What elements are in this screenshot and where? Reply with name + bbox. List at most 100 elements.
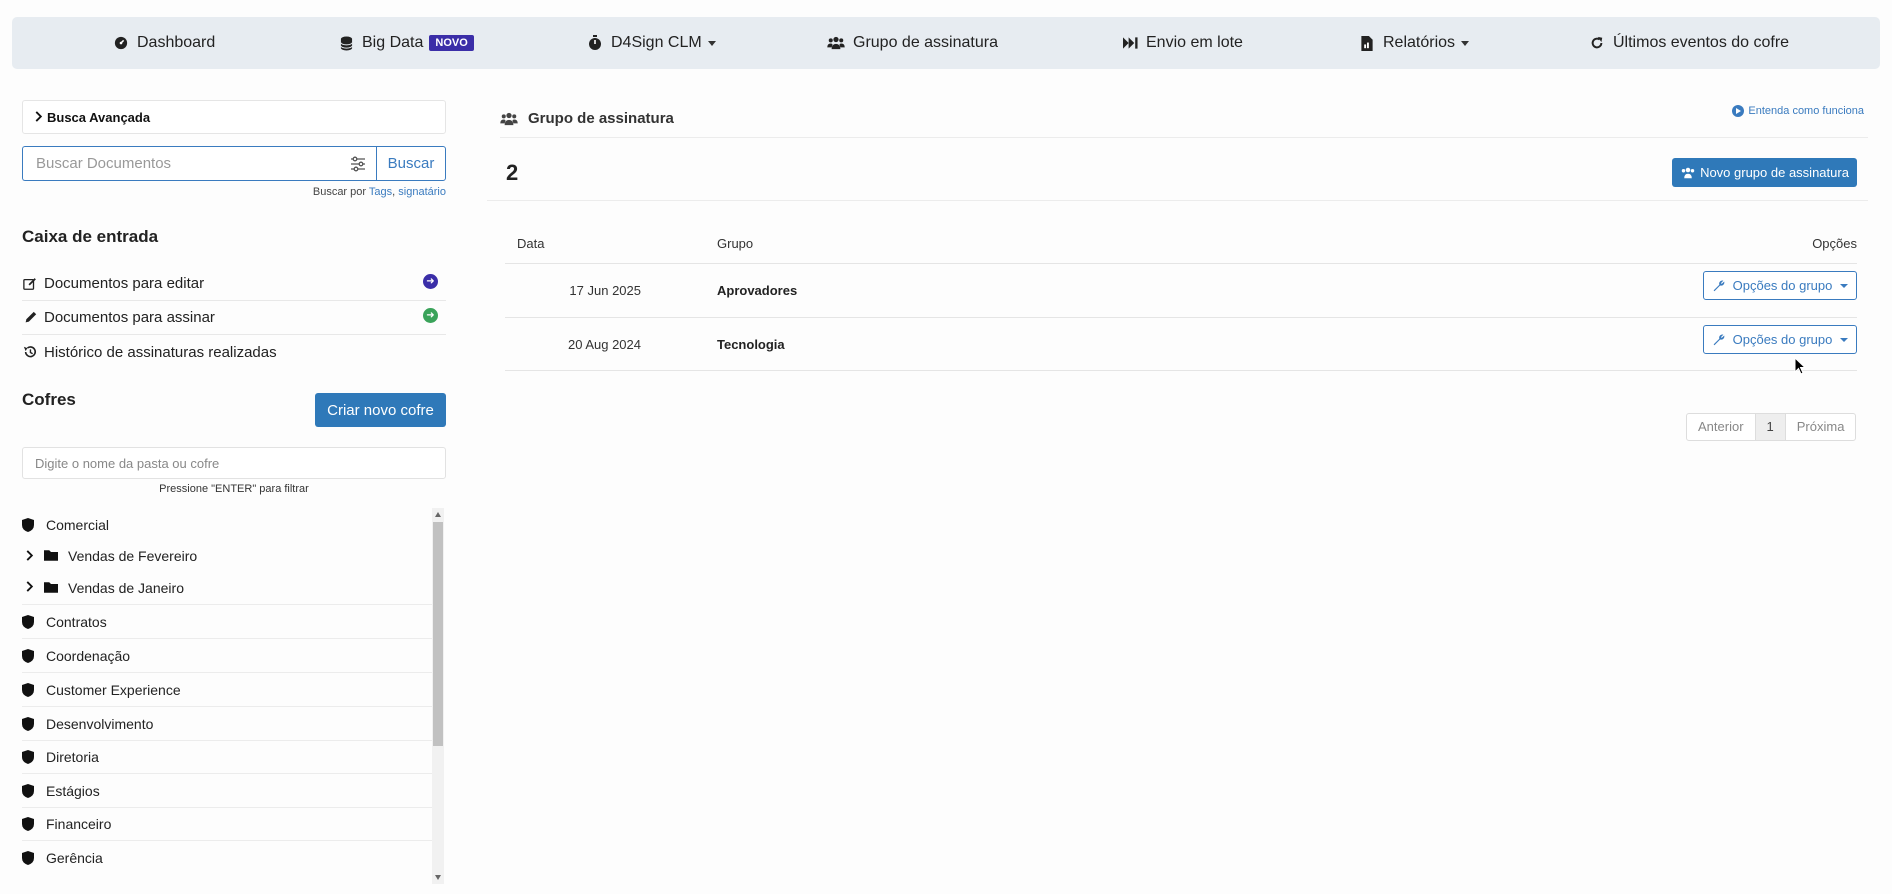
scroll-up-icon[interactable] [435,512,441,517]
play-circle-icon [1732,105,1745,117]
chevron-right-icon[interactable] [26,549,38,564]
document-search: Buscar [22,146,446,181]
novo-badge: NOVO [429,35,474,51]
row-group: Aprovadores [717,283,798,298]
nav-relatorios-label: Relatórios [1383,34,1456,51]
top-navbar: Dashboard Big Data NOVO D4Sign CLM Grupo… [12,17,1880,69]
cofre-item[interactable]: Financeiro [22,807,432,841]
inbox-item-historico[interactable]: Histórico de assinaturas realizadas [22,335,446,369]
shield-icon [22,648,36,663]
shield-icon [22,816,36,831]
nav-ultimos-eventos[interactable]: Últimos eventos do cofre [1589,17,1789,69]
criar-cofre-button[interactable]: Criar novo cofre [315,393,446,427]
inbox-item-assinar-label: Documentos para assinar [44,309,215,326]
nav-dashboard-label: Dashboard [137,34,216,51]
cofre-label: Customer Experience [46,681,181,698]
opcoes-grupo-label: Opções do grupo [1732,332,1833,347]
cofre-label: Comercial [46,517,110,533]
inbox-title: Caixa de entrada [22,227,159,246]
chevron-right-icon [35,110,43,125]
col-header-data: Data [517,236,545,251]
col-header-grupo: Grupo [717,236,754,251]
cofre-item[interactable]: Gerência [22,841,432,875]
nav-envio-lote-label: Envio em lote [1146,34,1243,51]
cofre-label: Financeiro [46,815,112,832]
novo-grupo-label: Novo grupo de assinatura [1700,165,1849,180]
pagination-next[interactable]: Próxima [1786,414,1856,440]
nav-envio-lote[interactable]: Envio em lote [1122,17,1243,69]
chevron-down-icon [707,40,716,46]
users-icon [500,112,518,126]
pasta-filter [22,447,446,479]
search-hint-prefix: Buscar por [312,186,369,198]
filter-sliders-icon[interactable] [350,156,366,172]
row-date: 20 Aug 2024 [567,337,641,352]
nav-relatorios[interactable]: Relatórios [1359,17,1470,69]
cofre-label: Estágios [46,782,100,799]
search-hint-tags-link[interactable]: Tags [369,186,392,198]
shield-icon [22,851,36,865]
pagination-prev[interactable]: Anterior [1687,414,1756,440]
cofre-item[interactable]: Customer Experience [22,673,432,707]
cofre-item[interactable]: Coordenação [22,639,432,673]
nav-d4sign-clm[interactable]: D4Sign CLM [587,17,716,69]
cofre-item[interactable]: Desenvolvimento [22,707,432,741]
folder-item[interactable]: Vendas de Janeiro [22,571,432,605]
search-hint-signatario-link[interactable]: signatário [398,186,446,198]
nav-ultimos-eventos-label: Últimos eventos do cofre [1613,34,1790,51]
pasta-filter-input[interactable] [23,448,445,478]
novo-grupo-button[interactable]: Novo grupo de assinatura [1672,158,1857,187]
busca-avancada-toggle[interactable]: Busca Avançada [22,100,446,134]
fast-forward-icon [1122,35,1138,51]
cofre-label: Coordenação [46,647,131,664]
opcoes-grupo-button[interactable]: Opções do grupo [1703,271,1857,300]
nav-big-data[interactable]: Big Data NOVO [338,17,474,69]
cofre-item[interactable]: Diretoria [22,740,432,774]
shield-icon [22,614,36,629]
mouse-cursor-icon [1794,356,1808,377]
entenda-link[interactable]: Entenda como funciona [1732,105,1864,117]
arrow-right-circle-icon: ➜ [423,308,438,323]
nav-grupo-assinatura[interactable]: Grupo de assinatura [827,17,998,69]
inbox-item-editar[interactable]: Documentos para editar ➜ [22,267,446,301]
folder-icon [44,549,58,563]
cofre-label: Desenvolvimento [46,715,154,732]
folder-icon [44,581,58,595]
shield-icon [22,749,36,764]
search-input[interactable] [23,147,376,180]
refresh-icon [1589,35,1605,51]
chevron-right-icon[interactable] [26,580,38,595]
users-icon [827,35,845,51]
dashboard-icon [113,35,129,51]
entenda-label: Entenda como funciona [1748,105,1864,117]
table-row: 17 Jun 2025 Aprovadores Opções do grupo [505,263,1857,317]
users-icon [1680,167,1696,179]
page-header: Grupo de assinatura [500,100,1868,138]
arrow-right-circle-icon: ➜ [423,274,438,289]
cofre-item[interactable]: Contratos [22,605,432,639]
search-hint: Buscar por Tags, signatário [313,186,446,198]
buscar-button[interactable]: Buscar [376,146,446,181]
nav-dashboard[interactable]: Dashboard [113,17,215,69]
row-group: Tecnologia [717,337,785,352]
nav-grupo-assinatura-label: Grupo de assinatura [853,34,998,51]
shield-icon [22,716,36,731]
history-icon [22,344,38,360]
cofres-title: Cofres [22,390,76,409]
scrollbar-thumb[interactable] [433,522,443,746]
table-row: 20 Aug 2024 Tecnologia Opções do grupo [505,317,1857,371]
chevron-down-icon [1840,283,1849,288]
cofre-item[interactable]: Comercial [22,508,432,542]
pasta-filter-hint: Pressione "ENTER" para filtrar [159,483,309,495]
inbox-item-editar-label: Documentos para editar [44,275,205,292]
edit-icon [22,276,38,292]
scroll-down-icon[interactable] [435,875,441,880]
opcoes-grupo-button[interactable]: Opções do grupo [1703,325,1857,354]
folder-item[interactable]: Vendas de Fevereiro [22,539,432,573]
shield-icon [22,682,36,697]
inbox-item-assinar[interactable]: Documentos para assinar ➜ [22,301,446,335]
pagination-page[interactable]: 1 [1755,414,1786,440]
cofre-list-scrollbar[interactable] [432,508,444,884]
cofre-item[interactable]: Estágios [22,774,432,808]
page-title: Grupo de assinatura [528,110,674,127]
